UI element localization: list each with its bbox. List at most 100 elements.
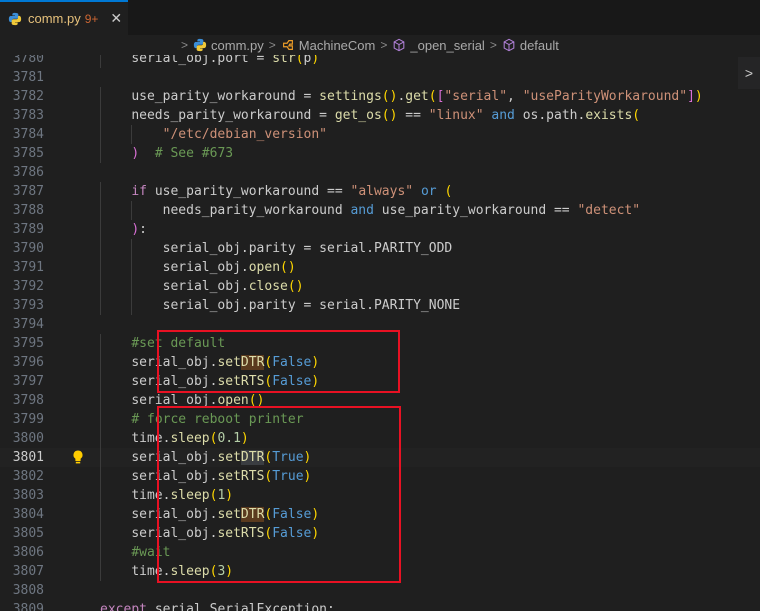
breadcrumb-label: MachineCom [298, 37, 376, 53]
line-number: 3791 [12, 260, 44, 275]
code-line[interactable]: 3800 time.sleep(0.1) [0, 429, 760, 448]
code-text: serial_obj.parity = serial.PARITY_NONE [68, 298, 461, 313]
line-number: 3783 [12, 108, 44, 123]
line-number: 3793 [12, 298, 44, 313]
chevron-right-icon: > [268, 38, 276, 52]
code-line[interactable]: 3793 serial_obj.parity = serial.PARITY_N… [0, 296, 760, 315]
breadcrumb-label: comm.py [211, 37, 264, 53]
code-line[interactable]: 3782 use_parity_workaround = settings().… [0, 87, 760, 106]
line-number: 3800 [12, 431, 44, 446]
chevron-right-icon: > [489, 38, 497, 52]
line-number: 3789 [12, 222, 44, 237]
method-icon [394, 38, 405, 52]
line-number: 3797 [12, 374, 44, 389]
breadcrumb-label: _open_serial [410, 37, 485, 53]
code-text: time.sleep(0.1) [68, 431, 249, 446]
code-line[interactable]: 3783 needs_parity_workaround = get_os() … [0, 106, 760, 125]
code-text: if use_parity_workaround == "always" or … [131, 184, 453, 199]
line-number: 3795 [12, 336, 44, 351]
line-number: 3801 [12, 450, 44, 465]
line-number: 3781 [12, 70, 44, 85]
code-line[interactable]: 3786 [0, 163, 760, 182]
code-line[interactable]: 3795 #set default [0, 334, 760, 353]
code-line[interactable]: 3807 time.sleep(3) [0, 562, 760, 581]
code-text: "/etc/debian_version" [162, 127, 328, 142]
code-text: serial_obj.setDTR(False) [68, 507, 320, 522]
code-line[interactable]: 3798 serial_obj.open() [0, 391, 760, 410]
code-text: serial_obj.setDTR(True) [68, 450, 312, 465]
line-number: 3782 [12, 89, 44, 104]
line-number: 3788 [12, 203, 44, 218]
line-number: 3792 [12, 279, 44, 294]
line-number: 3794 [12, 317, 44, 332]
chevron-right-icon: > [181, 38, 189, 52]
code-text: needs_parity_workaround = get_os() == "l… [68, 108, 641, 123]
close-icon[interactable]: ✕ [110, 10, 122, 27]
code-text: #wait [131, 545, 171, 560]
code-text: serial_obj.setRTS(False) [68, 526, 320, 541]
code-line[interactable]: 3796 serial_obj.setDTR(False) [0, 353, 760, 372]
breadcrumb-item-method[interactable]: _open_serial [392, 37, 485, 53]
line-number: 3806 [12, 545, 44, 560]
code-line[interactable]: 3797 serial_obj.setRTS(False) [0, 372, 760, 391]
tab-filename: comm.py [28, 11, 81, 26]
line-number: 3799 [12, 412, 44, 427]
code-line[interactable]: 3808 [0, 581, 760, 600]
chevron-right-icon: > [380, 38, 388, 52]
breadcrumb-item-file[interactable]: comm.py [193, 38, 264, 53]
code-line[interactable]: 3801 serial_obj.setDTR(True) [0, 448, 760, 467]
code-line[interactable]: 3789 ): [0, 220, 760, 239]
code-text: except serial.SerialException: [100, 602, 335, 611]
code-text: serial_obj.setDTR(False) [68, 355, 320, 370]
code-line[interactable]: 3809 except serial.SerialException: [0, 600, 760, 611]
line-number: 3803 [12, 488, 44, 503]
code-line[interactable]: 3799 # force reboot printer [0, 410, 760, 429]
code-line[interactable]: 3785 ) # See #673 [0, 144, 760, 163]
line-number: 3807 [12, 564, 44, 579]
code-text: time.sleep(1) [68, 488, 234, 503]
code-line[interactable]: 3804 serial_obj.setDTR(False) [0, 505, 760, 524]
code-text: # force reboot printer [131, 412, 304, 427]
code-line[interactable]: 3791 serial_obj.open() [0, 258, 760, 277]
code-line[interactable]: 3792 serial_obj.close() [0, 277, 760, 296]
code-line[interactable]: 3784 "/etc/debian_version" [0, 125, 760, 144]
code-line[interactable]: 3790 serial_obj.parity = serial.PARITY_O… [0, 239, 760, 258]
breadcrumb-item-symbol[interactable]: default [502, 38, 559, 53]
code-text: serial_obj.close() [68, 279, 304, 294]
breadcrumb: > comm.py > MachineCom > _open_serial > … [0, 35, 760, 55]
code-line[interactable]: 3803 time.sleep(1) [0, 486, 760, 505]
code-line[interactable]: 3780 serial_obj.port = str(p) [0, 55, 760, 68]
code-line[interactable]: 3794 [0, 315, 760, 334]
code-line[interactable]: 3805 serial_obj.setRTS(False) [0, 524, 760, 543]
tab-comm-py[interactable]: comm.py 9+ ✕ [0, 0, 128, 35]
code-text: ): [131, 222, 147, 237]
line-number: 3796 [12, 355, 44, 370]
code-line[interactable]: 3802 serial_obj.setRTS(True) [0, 467, 760, 486]
line-number: 3780 [12, 55, 44, 66]
line-number: 3798 [12, 393, 44, 408]
line-number: 3804 [12, 507, 44, 522]
code-line[interactable]: 3806 #wait [0, 543, 760, 562]
code-line[interactable]: 3787 if use_parity_workaround == "always… [0, 182, 760, 201]
code-text: needs_parity_workaround and use_parity_w… [68, 203, 641, 218]
line-number: 3805 [12, 526, 44, 541]
class-icon [282, 40, 293, 50]
tab-bar: comm.py 9+ ✕ [0, 0, 760, 36]
line-number: 3808 [12, 583, 44, 598]
line-number: 3787 [12, 184, 44, 199]
code-text: serial_obj.port = str(p) [68, 55, 320, 66]
code-text: serial_obj.open() [68, 393, 265, 408]
code-line[interactable]: 3788 needs_parity_workaround and use_par… [0, 201, 760, 220]
code-text: serial_obj.setRTS(True) [68, 469, 312, 484]
code-line[interactable]: 3781 [0, 68, 760, 87]
code-text: serial_obj.open() [68, 260, 296, 275]
code-editor[interactable]: 3780 serial_obj.port = str(p) 3781 3782 us… [0, 55, 760, 611]
breadcrumb-item-class[interactable]: MachineCom [281, 37, 376, 53]
code-text: serial_obj.setRTS(False) [68, 374, 320, 389]
lightbulb-icon[interactable] [70, 449, 86, 465]
method-icon [503, 38, 515, 52]
line-number: 3809 [12, 602, 44, 611]
python-icon [8, 12, 22, 25]
line-number: 3784 [12, 127, 44, 142]
code-text: serial_obj.parity = serial.PARITY_ODD [68, 241, 453, 256]
